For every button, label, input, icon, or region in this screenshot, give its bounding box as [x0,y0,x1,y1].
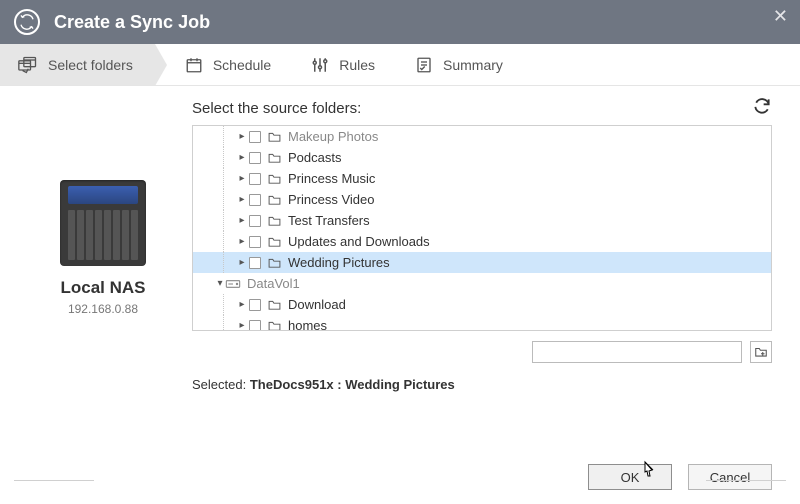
expander-icon[interactable]: ▸ [237,131,247,142]
tree-item-label: Princess Music [288,171,375,186]
summary-icon [415,56,433,74]
source-ip: 192.168.0.88 [28,302,178,316]
tree-folder[interactable]: ▸ homes [193,315,771,331]
close-button[interactable]: ✕ [773,6,788,27]
tree-folder[interactable]: ▸ Makeup Photos [193,126,771,147]
checkbox[interactable] [249,215,261,227]
step-rules[interactable]: Rules [293,44,397,85]
titlebar: Create a Sync Job ✕ [0,0,800,44]
step-summary[interactable]: Summary [397,44,525,85]
tree-item-label: Wedding Pictures [288,255,390,270]
tree-item-label: homes [288,318,327,331]
expander-icon[interactable]: ▸ [237,320,247,331]
checkbox[interactable] [249,299,261,311]
folder-icon [267,320,282,332]
path-input[interactable] [532,341,742,363]
tree-item-label: DataVol1 [247,276,300,291]
new-folder-button[interactable] [750,341,772,363]
expander-icon[interactable]: ▸ [237,215,247,226]
tree-folder[interactable]: ▸ Princess Video [193,189,771,210]
chrome-edge [706,480,786,504]
folder-picker: Select the source folders: ▸ Makeup Photo… [192,100,772,392]
nas-device-icon [60,180,146,266]
sliders-icon [311,56,329,74]
step-schedule[interactable]: Schedule [155,44,293,85]
sync-job-dialog: Create a Sync Job ✕ Select folders Sched… [0,0,800,504]
tree-folder[interactable]: ▸ Podcasts [193,147,771,168]
expander-icon[interactable]: ▸ [237,194,247,205]
folder-tree[interactable]: ▸ Makeup Photos ▸ Podcasts ▸ Princess Music ▸ P… [192,125,772,331]
folders-icon [18,56,38,74]
folder-icon [267,131,282,143]
folder-icon [267,194,282,206]
folder-icon [267,299,282,311]
tree-item-label: Makeup Photos [288,129,378,144]
expander-icon[interactable]: ▸ [237,257,247,268]
chrome-edge [14,480,94,504]
step-select-folders[interactable]: Select folders [0,44,155,85]
tree-volume[interactable]: ▾ DataVol1 [193,273,771,294]
selected-path: TheDocs951x : Wedding Pictures [250,377,455,392]
calendar-icon [185,56,203,74]
checkbox[interactable] [249,257,261,269]
step-label: Rules [339,57,375,73]
folder-icon [267,257,282,269]
tree-folder[interactable]: ▸ Princess Music [193,168,771,189]
folder-icon [267,215,282,227]
step-label: Summary [443,57,503,73]
drive-icon [225,278,241,290]
expander-icon[interactable]: ▸ [237,173,247,184]
tree-item-label: Test Transfers [288,213,370,228]
folder-icon [267,152,282,164]
tree-item-label: Podcasts [288,150,341,165]
checkbox[interactable] [249,320,261,332]
tree-folder[interactable]: ▸ Test Transfers [193,210,771,231]
tree-folder[interactable]: ▸ Download [193,294,771,315]
tree-item-label: Princess Video [288,192,374,207]
checkbox[interactable] [249,152,261,164]
step-label: Select folders [48,57,133,73]
sync-logo-icon [14,9,40,35]
checkbox[interactable] [249,194,261,206]
expander-icon[interactable]: ▾ [215,278,225,289]
refresh-button[interactable] [752,96,772,116]
checkbox[interactable] [249,236,261,248]
tree-item-label: Updates and Downloads [288,234,430,249]
tree-item-label: Download [288,297,346,312]
dialog-body: Local NAS 192.168.0.88 Select the source… [0,86,800,504]
source-panel: Local NAS 192.168.0.88 [28,100,178,392]
path-row [192,341,772,363]
selected-label: Selected: [192,377,246,392]
source-name: Local NAS [28,278,178,298]
wizard-steps: Select folders Schedule Rules [0,44,800,86]
folder-icon [267,236,282,248]
tree-folder[interactable]: ▸ Wedding Pictures [193,252,771,273]
folder-icon [267,173,282,185]
expander-icon[interactable]: ▸ [237,152,247,163]
expander-icon[interactable]: ▸ [237,299,247,310]
section-label: Select the source folders: [192,100,361,117]
checkbox[interactable] [249,131,261,143]
checkbox[interactable] [249,173,261,185]
step-label: Schedule [213,57,271,73]
selected-summary: Selected: TheDocs951x : Wedding Pictures [192,377,772,392]
expander-icon[interactable]: ▸ [237,236,247,247]
tree-folder[interactable]: ▸ Updates and Downloads [193,231,771,252]
dialog-title: Create a Sync Job [54,12,210,33]
ok-button[interactable]: OK [588,464,672,490]
